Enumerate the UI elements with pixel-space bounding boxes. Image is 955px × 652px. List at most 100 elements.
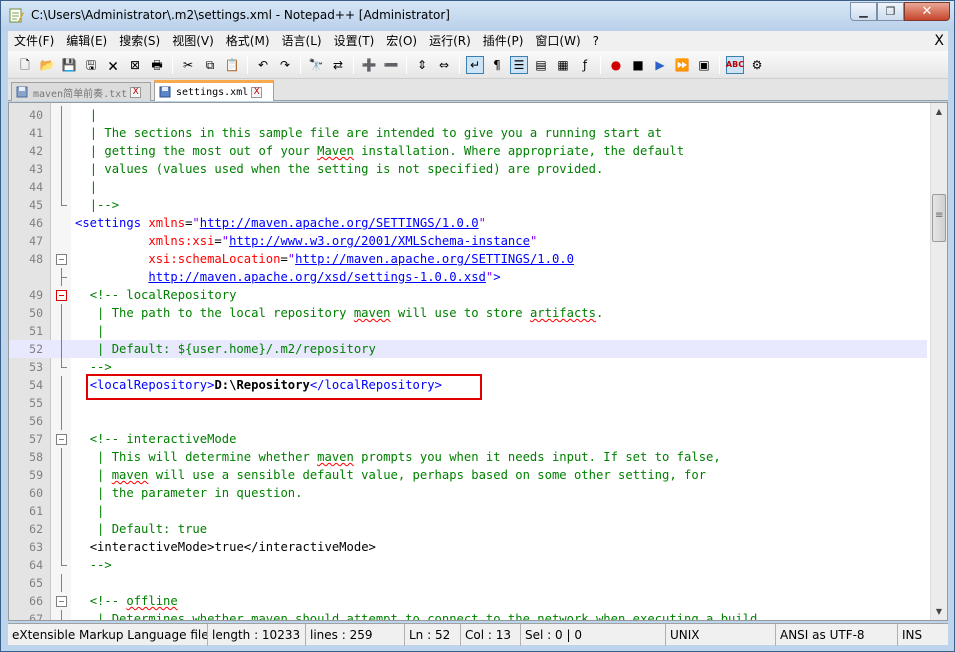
close-document-button[interactable]: X [934,31,944,51]
code-line[interactable]: 61 | [9,502,927,520]
code-line[interactable]: 42 | getting the most out of your Maven … [9,142,927,160]
plugin-button[interactable]: ⚙ [748,56,766,74]
stop-macro-button[interactable]: ■ [629,56,647,74]
menu-item[interactable]: 搜索(S) [113,31,166,51]
code-line[interactable]: 67 | Determines whether maven should att… [9,610,927,621]
menu-item[interactable]: 宏(O) [380,31,423,51]
code-line[interactable]: 65 [9,574,927,592]
new-file-button[interactable]: 🗋 [16,56,34,74]
title-bar[interactable]: C:\Users\Administrator\.m2\settings.xml … [1,1,954,31]
menu-item[interactable]: 运行(R) [423,31,477,51]
menu-item[interactable]: 视图(V) [166,31,220,51]
tab-close-button[interactable]: X [130,86,142,98]
sync-vertical-button[interactable]: ⇕ [413,56,431,74]
fold-toggle-icon[interactable] [56,290,67,301]
code-line[interactable]: 40 | [9,106,927,124]
code-line[interactable]: 59 | maven will use a sensible default v… [9,466,927,484]
tab-settings-xml[interactable]: settings.xml X [154,80,274,101]
scroll-up-icon[interactable]: ▲ [931,103,947,120]
save-button[interactable]: 💾 [60,56,78,74]
cut-button[interactable]: ✂ [179,56,197,74]
code-line[interactable]: http://maven.apache.org/xsd/settings-1.0… [9,268,927,286]
redo-button[interactable]: ↷ [276,56,294,74]
menu-item[interactable]: 设置(T) [328,31,381,51]
line-number: 60 [29,486,43,500]
scroll-thumb[interactable] [932,194,946,242]
record-macro-button[interactable]: ● [607,56,625,74]
code-line[interactable]: 45 |--> [9,196,927,214]
code-token: | getting the most out of your [89,144,318,158]
user-language-icon: ▤ [535,57,547,72]
close-all-button[interactable]: ⊠ [126,56,144,74]
code-token: --> [89,360,112,374]
menu-item[interactable]: 语言(L) [276,31,328,51]
indent-guide-button[interactable]: ☰ [510,55,528,74]
code-line[interactable]: 64 --> [9,556,927,574]
restore-icon: ❐ [885,5,896,18]
spell-check-button[interactable]: ABC [726,55,744,74]
menu-item[interactable]: 插件(P) [477,31,530,51]
print-button[interactable]: 🖶 [148,56,166,74]
fold-guide [61,160,62,178]
zoom-out-button[interactable]: ➖ [382,56,400,74]
code-line[interactable]: 49 <!-- localRepository [9,286,927,304]
document-map-button[interactable]: ▦ [554,56,572,74]
code-line[interactable]: 50 | The path to the local repository ma… [9,304,927,322]
save-all-button[interactable]: 🖫 [82,56,100,74]
run-macro-multiple-icon: ⏩ [674,57,690,72]
paste-button[interactable]: 📋 [223,56,241,74]
code-lines[interactable]: 40 | 41 | The sections in this sample fil… [9,106,927,621]
menu-item[interactable]: 格式(M) [220,31,276,51]
copy-button[interactable]: ⧉ [201,56,219,74]
tab-maven-notes[interactable]: maven简单前奏.txt X [11,82,151,101]
fold-guide [61,358,67,368]
maximize-button[interactable]: ❐ [877,2,904,21]
menu-item[interactable]: 文件(F) [8,31,60,51]
tab-close-button[interactable]: X [251,86,263,98]
replace-button[interactable]: ⇄ [329,56,347,74]
code-line[interactable]: 57 <!-- interactiveMode [9,430,927,448]
function-list-button[interactable]: ƒ [576,56,594,74]
undo-button[interactable]: ↶ [254,56,272,74]
code-line[interactable]: 43 | values (values used when the settin… [9,160,927,178]
open-file-button[interactable]: 📂 [38,56,56,74]
fold-toggle-icon[interactable] [56,434,67,445]
code-line[interactable]: 62 | Default: true [9,520,927,538]
code-line[interactable]: 52 | Default: ${user.home}/.m2/repositor… [9,340,927,358]
code-line[interactable]: 63 <interactiveMode>true</interactiveMod… [9,538,927,556]
word-wrap-button[interactable]: ↵ [466,55,484,74]
scroll-down-icon[interactable]: ▼ [931,603,947,620]
play-macro-button[interactable]: ▶ [651,56,669,74]
code-line[interactable]: 51 | [9,322,927,340]
line-number: 67 [29,612,43,621]
code-line[interactable]: 58 | This will determine whether maven p… [9,448,927,466]
run-macro-multiple-button[interactable]: ⏩ [673,56,691,74]
code-line[interactable]: 44 | [9,178,927,196]
menu-item[interactable]: ? [587,31,605,51]
code-line[interactable]: 48 xsi:schemaLocation="http://maven.apac… [9,250,927,268]
fold-toggle-icon[interactable] [56,254,67,265]
code-line[interactable]: 46 <settings xmlns="http://maven.apache.o… [9,214,927,232]
code-line[interactable]: 41 | The sections in this sample file ar… [9,124,927,142]
code-line[interactable]: 47 xmlns:xsi="http://www.w3.org/2001/XML… [9,232,927,250]
menu-item[interactable]: 编辑(E) [60,31,113,51]
code-editor[interactable]: 40 | 41 | The sections in this sample fil… [8,102,948,621]
close-window-button[interactable]: ✕ [904,2,950,21]
find-button[interactable]: 🔭 [307,56,325,74]
show-all-chars-button[interactable]: ¶ [488,56,506,74]
menu-item[interactable]: 窗口(W) [529,31,586,51]
close-button[interactable]: 🗙 [104,56,122,74]
code-line[interactable]: 56 [9,412,927,430]
minimize-button[interactable]: ▁ [850,2,877,21]
zoom-in-button[interactable]: ➕ [360,56,378,74]
code-token: | [97,468,112,482]
save-macro-button[interactable]: ▣ [695,56,713,74]
fold-toggle-icon[interactable] [56,596,67,607]
fold-guide [61,484,62,502]
sync-horizontal-button[interactable]: ⇔ [435,56,453,74]
vertical-scrollbar[interactable]: ▲ ▼ [930,103,947,620]
user-language-button[interactable]: ▤ [532,56,550,74]
code-line[interactable]: 60 | the parameter in question. [9,484,927,502]
code-line[interactable]: 66 <!-- offline [9,592,927,610]
